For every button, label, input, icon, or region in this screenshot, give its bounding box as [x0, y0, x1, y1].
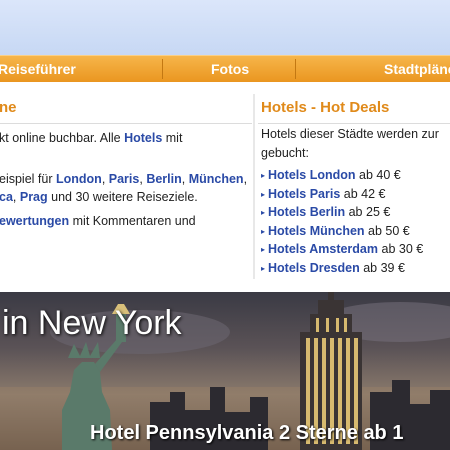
link-prag[interactable]: Prag: [20, 190, 48, 204]
deal-link-london[interactable]: Hotels London: [268, 168, 356, 182]
intro-text-line-4: ewertungen mit Kommentaren und: [0, 214, 196, 228]
banner-caption[interactable]: Hotel Pennsylvania 2 Sterne ab 1: [90, 422, 403, 445]
deal-link-paris[interactable]: Hotels Paris: [268, 187, 340, 201]
nav-item-fotos[interactable]: Fotos: [211, 56, 249, 82]
deal-link-amsterdam[interactable]: Hotels Amsterdam: [268, 242, 378, 256]
deal-price: ab 25 €: [348, 205, 391, 219]
deal-link-berlin[interactable]: Hotels Berlin: [268, 205, 345, 219]
deal-item: ▸ Hotels Berlin ab 25 €: [261, 203, 423, 222]
nav-separator: [162, 59, 163, 79]
nav-item-reisefuehrer[interactable]: Reiseführer: [0, 56, 76, 82]
new-york-banner[interactable]: in New York Hotel Pennsylvania 2 Sterne …: [0, 292, 450, 450]
intro-text-line-1: kt online buchbar. Alle Hotels mit: [0, 131, 182, 145]
link-london[interactable]: London: [56, 172, 102, 186]
link-bewertungen[interactable]: ewertungen: [0, 214, 69, 228]
banner-title: in New York: [2, 304, 182, 342]
deal-item: ▸ Hotels Dresden ab 39 €: [261, 259, 423, 278]
hot-deals-intro-line-1: Hotels dieser Städte werden zur: [261, 127, 439, 141]
link-city-truncated[interactable]: ca: [0, 190, 13, 204]
link-muenchen[interactable]: München: [189, 172, 244, 186]
intro-column: ne kt online buchbar. Alle Hotels mit ei…: [0, 82, 252, 292]
deal-price: ab 42 €: [343, 186, 386, 201]
deal-item: ▸ Hotels London ab 40 €: [261, 166, 423, 185]
text-fragment: kt online buchbar. Alle: [0, 131, 125, 145]
bullet-icon: ▸: [261, 263, 266, 273]
hot-deals-list: ▸ Hotels London ab 40 € ▸ Hotels Paris ab …: [261, 166, 423, 277]
deal-price: ab 40 €: [359, 168, 401, 182]
nav-item-stadtplaene[interactable]: Stadtpläne: [384, 56, 450, 82]
column-divider: [253, 94, 255, 279]
hot-deals-heading: Hotels - Hot Deals: [261, 99, 390, 116]
text-fragment: mit Kommentaren und: [69, 214, 196, 228]
link-berlin[interactable]: Berlin: [146, 172, 181, 186]
bullet-icon: ▸: [261, 171, 266, 180]
bullet-icon: ▸: [261, 226, 266, 236]
link-paris[interactable]: Paris: [109, 172, 140, 186]
intro-text-line-3: ca, Prag und 30 weitere Reiseziele.: [0, 190, 198, 204]
heading-rule: [258, 123, 450, 124]
header-bar: [0, 0, 450, 55]
deal-price: ab 50 €: [368, 223, 410, 238]
deal-item: ▸ Hotels München ab 50 €: [261, 222, 423, 241]
main-nav: Reiseführer Fotos Stadtpläne: [0, 55, 450, 83]
deal-price: ab 30 €: [381, 242, 424, 256]
deal-link-dresden[interactable]: Hotels Dresden: [268, 261, 360, 275]
link-hotels[interactable]: Hotels: [124, 131, 162, 145]
deal-item: ▸ Hotels Paris ab 42 €: [261, 185, 423, 204]
bullet-icon: ▸: [261, 245, 266, 254]
main-content: ne kt online buchbar. Alle Hotels mit ei…: [0, 82, 450, 292]
intro-text-line-2: eispiel für London, Paris, Berlin, Münch…: [0, 172, 248, 186]
text-fragment: mit: [162, 131, 183, 145]
bullet-icon: ▸: [261, 189, 266, 199]
deal-item: ▸ Hotels Amsterdam ab 30 €: [261, 240, 423, 259]
text-fragment: und 30 weitere Reiseziele.: [47, 190, 198, 204]
hot-deals-column: Hotels - Hot Deals Hotels dieser Städte …: [258, 82, 450, 292]
hot-deals-intro-line-2: gebucht:: [261, 146, 309, 160]
intro-heading: ne: [0, 99, 17, 116]
deal-link-muenchen[interactable]: Hotels München: [268, 224, 365, 238]
nav-separator: [295, 59, 296, 79]
deal-price: ab 39 €: [363, 260, 405, 275]
heading-rule: [0, 123, 252, 124]
bullet-icon: ▸: [261, 208, 266, 217]
text-fragment: eispiel für: [0, 172, 56, 186]
